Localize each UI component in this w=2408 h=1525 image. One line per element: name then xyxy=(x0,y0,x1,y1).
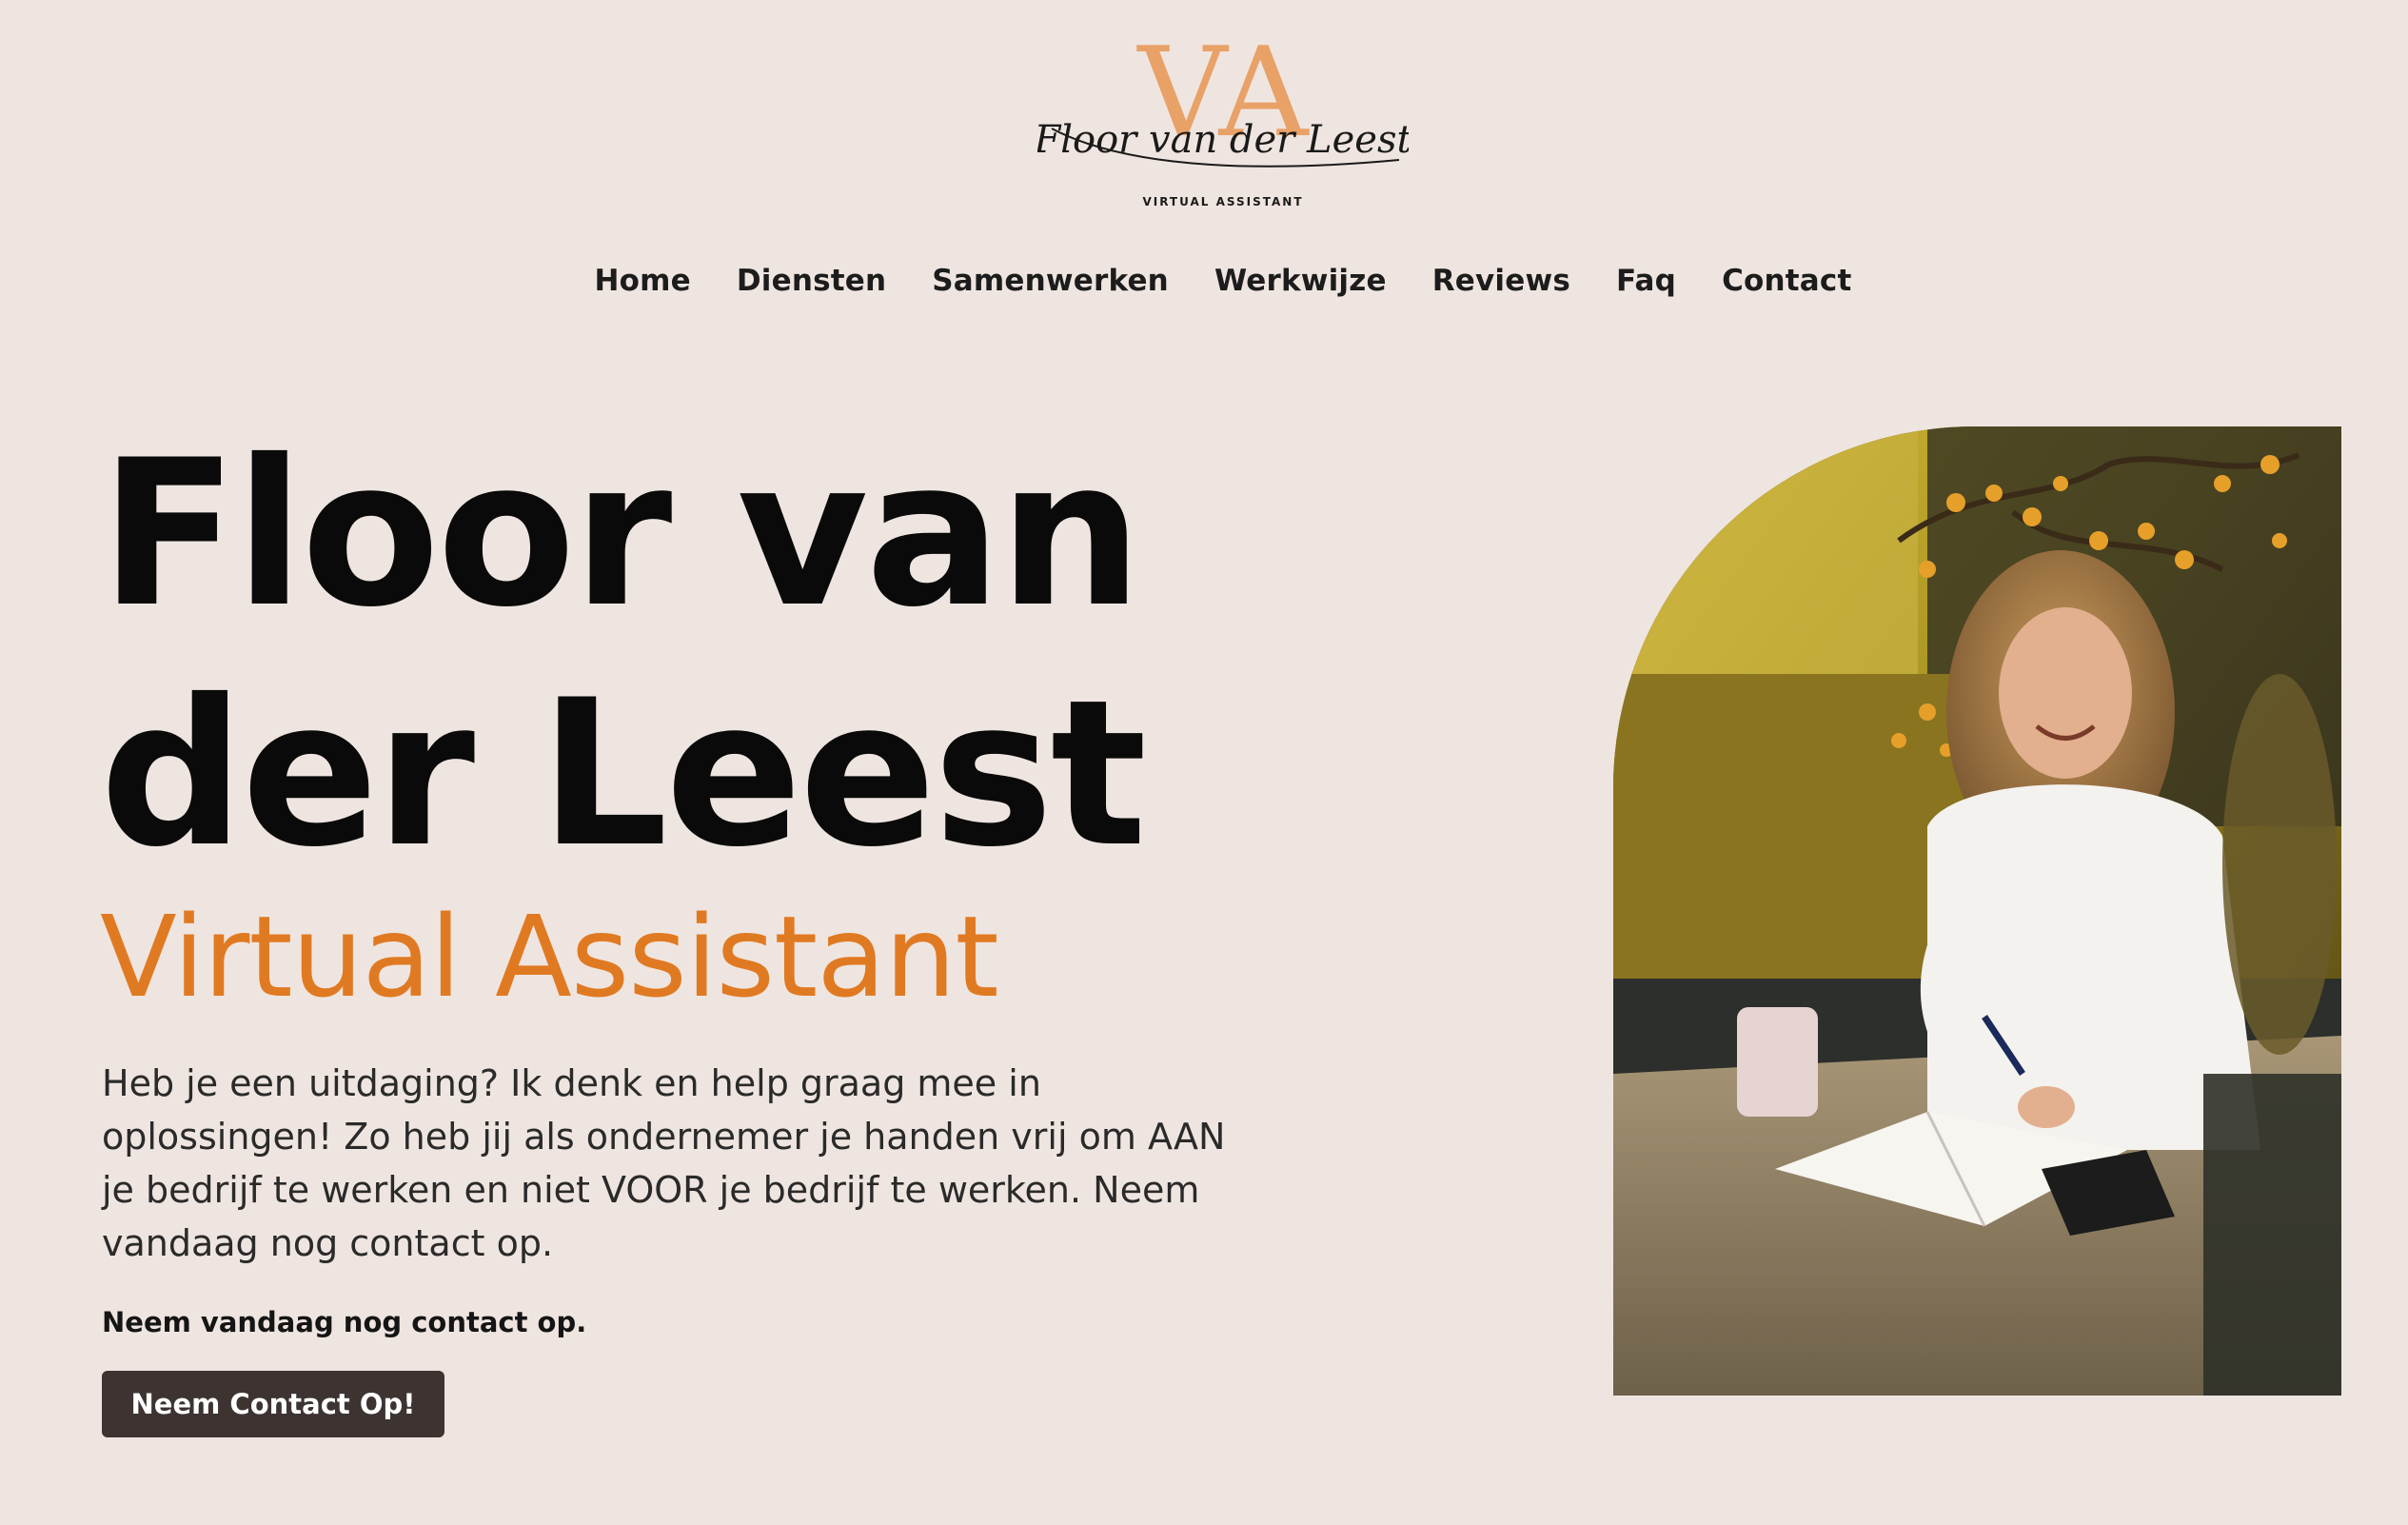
logo-tagline: VIRTUAL ASSISTANT xyxy=(1142,195,1303,208)
hero-description: Heb je een uitdaging? Ik denk en help gr… xyxy=(102,1062,1226,1264)
hero-photo xyxy=(1613,426,2341,1396)
main-nav: Home Diensten Samenwerken Werkwijze Revi… xyxy=(0,257,2408,305)
site-logo[interactable]: VA Floor van der Leest VIRTUAL ASSISTANT xyxy=(1037,29,1409,219)
nav-item-samenwerken[interactable]: Samenwerken xyxy=(932,264,1169,298)
nav-item-diensten[interactable]: Diensten xyxy=(737,264,886,298)
nav-item-contact[interactable]: Contact xyxy=(1722,264,1851,298)
nav-item-werkwijze[interactable]: Werkwijze xyxy=(1214,264,1387,298)
contact-button[interactable]: Neem Contact Op! xyxy=(102,1371,444,1437)
hero-title: Floor van der Leest xyxy=(100,414,1337,894)
nav-item-home[interactable]: Home xyxy=(594,264,690,298)
nav-item-reviews[interactable]: Reviews xyxy=(1432,264,1570,298)
logo-script-name: Floor van der Leest xyxy=(1037,118,1409,162)
hero-subtitle: Virtual Assistant xyxy=(100,891,999,1022)
hero-cta-text: Neem vandaag nog contact op. xyxy=(102,1306,587,1338)
nav-item-faq[interactable]: Faq xyxy=(1616,264,1676,298)
hero-title-line2: der Leest xyxy=(100,656,1147,891)
hero-title-line1: Floor van xyxy=(100,416,1142,651)
